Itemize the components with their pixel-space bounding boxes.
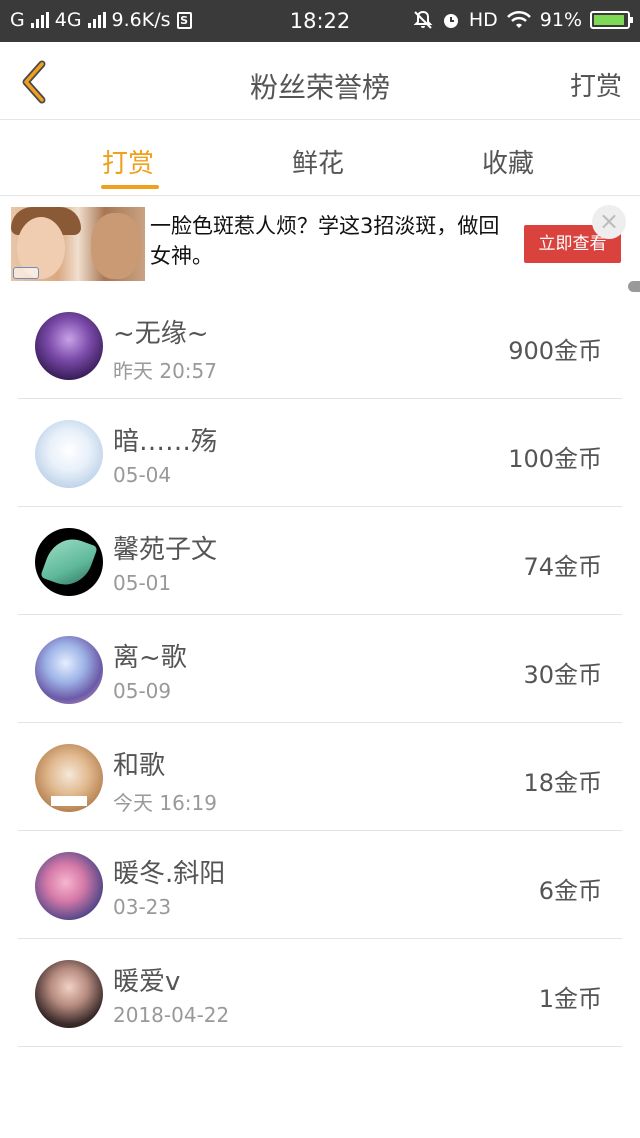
fan-amount: 1金币 — [538, 985, 602, 1013]
fan-amount: 6金币 — [538, 877, 602, 905]
fan-amount: 100金币 — [508, 445, 602, 473]
fan-amount: 30金币 — [523, 661, 602, 689]
battery-icon — [590, 11, 633, 29]
fan-name: 馨苑子文 — [113, 535, 218, 565]
close-icon[interactable]: × — [592, 205, 626, 239]
tab-bar: 打赏 鲜花 收藏 — [0, 121, 640, 196]
fan-date: 05-04 — [113, 463, 172, 487]
avatar[interactable] — [35, 528, 103, 596]
ad-banner[interactable]: 一脸色斑惹人烦？学这3招淡斑，做回女神。 立即查看 × — [0, 197, 640, 292]
list-item[interactable]: 暖冬.斜阳 03-23 6金币 — [18, 831, 622, 939]
ad-tag-icon — [13, 267, 39, 279]
ad-image[interactable] — [11, 207, 145, 281]
app-header: 粉丝荣誉榜 打赏 — [0, 42, 640, 120]
page-title: 粉丝荣誉榜 — [249, 71, 390, 104]
reward-button[interactable]: 打赏 — [570, 66, 622, 103]
status-right: HD 91% — [413, 9, 633, 31]
wifi-icon — [506, 10, 531, 28]
fan-name: 暖冬.斜阳 — [113, 859, 226, 889]
fan-name: 离~歌 — [113, 643, 187, 673]
fan-date: 05-09 — [113, 679, 172, 703]
hd-label: HD — [468, 9, 498, 31]
fan-amount: 18金币 — [523, 769, 602, 797]
fan-amount: 900金币 — [508, 337, 602, 365]
avatar[interactable] — [35, 744, 103, 812]
active-tab-indicator — [101, 185, 159, 189]
list-item[interactable]: ~无缘~ 昨天 20:57 900金币 — [18, 291, 622, 399]
mute-bell-icon — [413, 10, 433, 29]
avatar[interactable] — [35, 636, 103, 704]
tab-reward[interactable]: 打赏 — [102, 143, 154, 180]
fan-amount: 74金币 — [523, 553, 602, 581]
avatar[interactable] — [35, 852, 103, 920]
list-item[interactable]: 和歌 今天 16:19 18金币 — [18, 723, 622, 831]
tab-favorites[interactable]: 收藏 — [482, 143, 534, 180]
status-bar: G 4G 9.6K/s S 18:22 HD 91% — [0, 0, 640, 42]
fan-name: 暖爱v — [113, 967, 181, 997]
fan-date: 2018-04-22 — [113, 1003, 230, 1027]
fan-name: ~无缘~ — [113, 319, 209, 349]
ad-text[interactable]: 一脸色斑惹人烦？学这3招淡斑，做回女神。 — [150, 211, 510, 271]
fan-name: 暗……殇 — [113, 427, 218, 457]
fan-date: 昨天 20:57 — [113, 359, 217, 383]
avatar[interactable] — [35, 420, 103, 488]
fan-date: 今天 16:19 — [113, 791, 217, 815]
fan-date: 05-01 — [113, 571, 172, 595]
avatar[interactable] — [35, 312, 103, 380]
tab-flowers[interactable]: 鲜花 — [292, 143, 344, 180]
fan-name: 和歌 — [113, 751, 166, 781]
list-item[interactable]: 离~歌 05-09 30金币 — [18, 615, 622, 723]
ad-indicator-icon — [628, 281, 640, 292]
fan-list: ~无缘~ 昨天 20:57 900金币 暗……殇 05-04 100金币 馨苑子… — [18, 291, 622, 1047]
list-item[interactable]: 馨苑子文 05-01 74金币 — [18, 507, 622, 615]
avatar[interactable] — [35, 960, 103, 1028]
list-item[interactable]: 暗……殇 05-04 100金币 — [18, 399, 622, 507]
list-item[interactable]: 暖爱v 2018-04-22 1金币 — [18, 939, 622, 1047]
alarm-icon — [443, 14, 458, 28]
fan-date: 03-23 — [113, 895, 172, 919]
battery-percent: 91% — [539, 9, 582, 31]
